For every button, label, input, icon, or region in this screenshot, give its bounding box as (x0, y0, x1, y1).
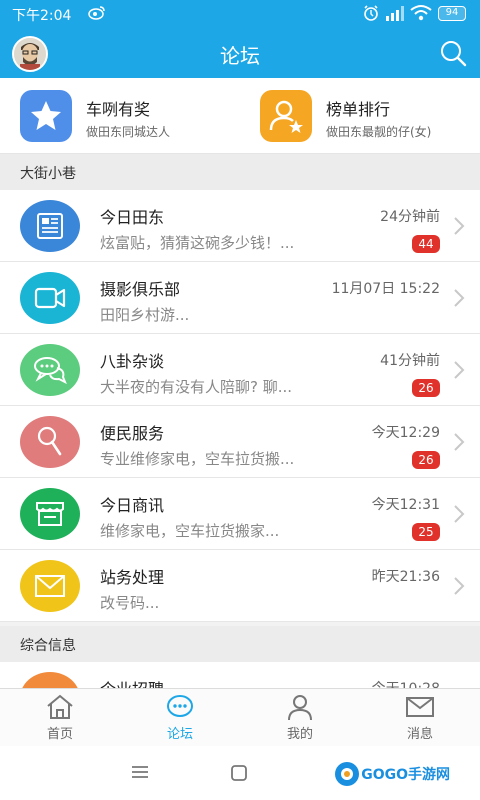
unread-badge: 44 (412, 235, 440, 253)
home-icon (47, 694, 73, 719)
feature-title: 榜单排行 (326, 100, 391, 119)
forum-preview: 专业维修家电，空车拉货搬... (100, 450, 295, 468)
user-star-icon (260, 90, 312, 142)
tab-messages[interactable]: 消息 (360, 693, 480, 747)
status-time: 下午2:04 (12, 8, 72, 24)
chat-bubbles-icon (20, 344, 80, 396)
forum-time: 41分钟前 (380, 353, 440, 369)
tab-label: 论坛 (166, 727, 193, 742)
store-icon (20, 488, 80, 540)
watermark-logo: GOGO手游网 (333, 760, 450, 788)
search-icon[interactable] (438, 38, 468, 68)
feature-ranking[interactable]: 榜单排行 做田东最靓的仔(女) (260, 90, 470, 142)
feature-subtitle: 做田东最靓的仔(女) (326, 125, 432, 139)
feature-rewards[interactable]: 车咧有奖 做田东同城达人 (20, 90, 220, 142)
section-header-general: 综合信息 (0, 626, 480, 662)
forum-preview: 维修家电，空车拉货搬家... (100, 522, 280, 540)
feature-subtitle: 做田东同城达人 (86, 125, 171, 139)
weibo-icon (88, 6, 105, 20)
forum-title: 摄影俱乐部 (100, 280, 181, 299)
screen: 下午2:04 94 论坛 车咧有奖 做田东同城达人 榜单排行 做田东最靓的仔(女… (0, 0, 480, 800)
chevron-right-icon (454, 289, 465, 307)
forum-preview: 田阳乡村游... (100, 306, 190, 324)
forum-time: 昨天21:36 (371, 569, 440, 585)
chevron-right-icon (454, 217, 465, 235)
forum-icon (167, 695, 193, 717)
star-icon (20, 90, 72, 142)
tab-home[interactable]: 首页 (0, 693, 120, 747)
forum-time: 今天12:31 (371, 497, 440, 513)
watermark-text: GOGO手游网 (361, 767, 450, 783)
tab-label: 首页 (46, 727, 73, 742)
forum-title: 今日田东 (100, 208, 165, 227)
video-camera-icon (20, 272, 80, 324)
newspaper-icon (20, 200, 80, 252)
feature-bar: 车咧有奖 做田东同城达人 榜单排行 做田东最靓的仔(女) (0, 78, 480, 154)
unread-badge: 26 (412, 451, 440, 469)
unread-badge: 25 (412, 523, 440, 541)
app-header: 论坛 (0, 28, 480, 78)
home-square-icon[interactable] (230, 764, 248, 782)
chevron-right-icon (454, 433, 465, 451)
gogo-logo-icon (335, 762, 360, 786)
forum-title: 站务处理 (100, 568, 165, 587)
forum-row-today[interactable]: 今日田东 24分钟前 炫富贴，猜猜这碗多少钱！... 44 (0, 190, 480, 262)
forum-row-admin[interactable]: 站务处理 昨天21:36 改号码... (0, 550, 480, 622)
tab-profile[interactable]: 我的 (240, 693, 360, 747)
mail-icon (406, 697, 434, 717)
forum-row-gossip[interactable]: 八卦杂谈 41分钟前 大半夜的有没有人陪聊? 聊... 26 (0, 334, 480, 406)
recruitment-icon (20, 672, 80, 688)
forum-row-services[interactable]: 便民服务 今天12:29 专业维修家电，空车拉货搬... 26 (0, 406, 480, 478)
forum-time: 今天12:29 (371, 425, 440, 441)
magnifier-icon (20, 416, 80, 468)
forum-title: 八卦杂谈 (100, 352, 165, 371)
battery-icon: 94 (438, 6, 466, 21)
forum-list: 今日田东 24分钟前 炫富贴，猜猜这碗多少钱！... 44 摄影俱乐部 11月0… (0, 190, 480, 622)
alarm-icon (364, 5, 378, 21)
chevron-right-icon (454, 577, 465, 595)
forum-time: 今天10:28 (372, 678, 440, 688)
person-icon (288, 695, 312, 721)
page-title: 论坛 (220, 44, 260, 68)
forum-row-business[interactable]: 今日商讯 今天12:31 维修家电，空车拉货搬家... 25 (0, 478, 480, 550)
chevron-right-icon (454, 505, 465, 523)
forum-row-recruitment[interactable]: 企业招聘 今天10:28 (0, 662, 480, 688)
tab-label: 消息 (406, 727, 433, 742)
menu-icon[interactable] (130, 764, 150, 780)
forum-preview: 大半夜的有没有人陪聊? 聊... (100, 378, 293, 396)
feature-title: 车咧有奖 (86, 100, 151, 119)
forum-row-photography[interactable]: 摄影俱乐部 11月07日 15:22 田阳乡村游... (0, 262, 480, 334)
forum-time: 24分钟前 (380, 209, 440, 225)
bottom-tab-bar: 首页 论坛 我的 消息 (0, 688, 480, 746)
forum-time: 11月07日 15:22 (331, 281, 440, 297)
chevron-right-icon (454, 361, 465, 379)
forum-title: 企业招聘 (100, 676, 164, 688)
forum-preview: 改号码... (100, 594, 160, 612)
forum-title: 便民服务 (100, 424, 165, 443)
wifi-icon (410, 5, 432, 21)
unread-badge: 26 (412, 379, 440, 397)
status-bar: 下午2:04 94 (0, 0, 480, 28)
tab-forum[interactable]: 论坛 (120, 693, 240, 747)
forum-preview: 炫富贴，猜猜这碗多少钱！... (100, 234, 295, 252)
tab-label: 我的 (286, 727, 313, 742)
system-nav-bar: GOGO手游网 (0, 746, 480, 800)
signal-icon (386, 6, 404, 21)
forum-title: 今日商讯 (100, 496, 165, 515)
envelope-icon (20, 560, 80, 612)
section-header-streets: 大街小巷 (0, 154, 480, 190)
